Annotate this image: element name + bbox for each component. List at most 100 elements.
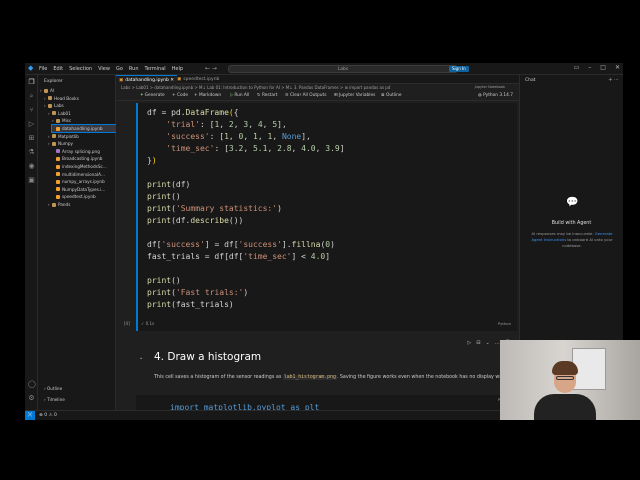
- explorer-panel: Explorer › AI › Head Books › Labs › Lab01 › Misc d…: [38, 75, 117, 410]
- remote-explorer-icon[interactable]: ▣: [28, 177, 35, 184]
- python-icon[interactable]: ◉: [28, 163, 35, 170]
- folder-icon: [48, 103, 52, 108]
- collapse-chevron-icon[interactable]: ⌄: [139, 355, 143, 361]
- outline-section[interactable]: › Outline: [44, 386, 62, 391]
- notebook-icon: [56, 126, 60, 131]
- file-tree-item[interactable]: › Numpy: [48, 140, 116, 147]
- notebook-icon: [56, 194, 60, 199]
- file-tree-item-label: multidimensionalA...: [62, 171, 105, 177]
- run-by-line-icon[interactable]: ▷: [467, 340, 471, 346]
- presenter-hair: [552, 361, 578, 375]
- layout-icon[interactable]: ▭: [574, 64, 580, 71]
- extensions-icon[interactable]: ⊞: [28, 135, 35, 142]
- chat-toolbar: + ⋯: [608, 77, 619, 83]
- jupyter-variables-button[interactable]: ⊞ Jupyter Variables: [334, 93, 375, 98]
- file-tree-item-label: Array splicing.png: [62, 148, 100, 154]
- back-forward-icon[interactable]: ← →: [205, 65, 217, 72]
- problems-indicator[interactable]: ⊗ 0 ⚠ 0: [39, 413, 57, 418]
- source-control-icon[interactable]: ⑂: [28, 107, 35, 114]
- file-tree-item[interactable]: speedtest.ipynb: [52, 193, 116, 200]
- command-search-box[interactable]: Labs: [228, 65, 458, 73]
- split-cell-icon[interactable]: ⊟: [476, 340, 480, 346]
- settings-gear-icon[interactable]: ⚙: [28, 395, 35, 402]
- minimize-icon[interactable]: –: [588, 64, 591, 71]
- presenter-glasses: [556, 376, 574, 380]
- breadcrumb[interactable]: Labs > Lab01 > datahandling.ipynb > M↓ L…: [121, 85, 390, 90]
- menu-help[interactable]: Help: [172, 66, 183, 72]
- file-tree-item[interactable]: NumpyDataTypes.i...: [52, 186, 116, 193]
- menu-view[interactable]: View: [98, 66, 110, 72]
- code-cell[interactable]: df = pd.DataFrame({ 'trial': [1, 2, 3, 4…: [124, 103, 517, 331]
- notebook-icon: [56, 172, 60, 177]
- tab-datahandling[interactable]: ▣ datahandling.ipynb ✕: [116, 75, 178, 84]
- menu-run[interactable]: Run: [129, 66, 139, 72]
- generate-button[interactable]: ✦Generate: [140, 93, 165, 98]
- file-tree-item[interactable]: › Labs: [44, 102, 116, 109]
- run-debug-icon[interactable]: ▷: [28, 121, 35, 128]
- chat-description: AI responses may be inaccurate. Generate…: [531, 231, 613, 248]
- file-tree-item[interactable]: › Misc: [52, 117, 116, 124]
- add-markdown-button[interactable]: + Markdown: [194, 93, 221, 98]
- menu-selection[interactable]: Selection: [69, 66, 92, 72]
- folder-icon: [52, 134, 56, 139]
- tab-speedtest[interactable]: ▣ speedtest.ipynb: [174, 75, 222, 84]
- vscode-logo-icon: ◆: [28, 64, 34, 72]
- file-tree-item-label: indexingMethodsSc...: [62, 164, 107, 169]
- menu-bar: File Edit Selection View Go Run Terminal…: [39, 63, 189, 75]
- notebook-icon: [56, 156, 60, 161]
- cell-run-time: ✓ 0.1s: [141, 321, 155, 326]
- file-tree-item[interactable]: Broadcasting.ipynb: [52, 155, 116, 162]
- menu-go[interactable]: Go: [116, 66, 123, 72]
- search-icon[interactable]: ⌕: [28, 93, 35, 100]
- file-tree-item[interactable]: › Head Books: [44, 95, 116, 102]
- add-code-button[interactable]: + Code: [172, 93, 188, 98]
- code-cell-2[interactable]: import matplotlib.pyplot as plt Python: [136, 395, 517, 412]
- presenter-body: [534, 394, 596, 420]
- notebook-file-icon: ▣: [177, 77, 182, 82]
- outline-button[interactable]: ≣ Outline: [381, 93, 402, 98]
- file-tree-item[interactable]: indexingMethodsSc...: [52, 163, 116, 170]
- notebook-icon: [56, 187, 60, 192]
- collapse-icon[interactable]: ⌄: [485, 340, 489, 346]
- clear-outputs-button[interactable]: ≡ Clear All Outputs: [285, 93, 326, 98]
- kernel-picker[interactable]: ◍ Python 3.14.7: [478, 93, 513, 98]
- inline-code: lab1_histogram.png: [282, 375, 337, 380]
- notebook-type-label: Jupyter Notebook: [474, 85, 505, 89]
- file-tree-item[interactable]: › Matplotlib: [48, 133, 116, 140]
- file-tree-item-label: Numpy: [58, 141, 74, 147]
- more-actions-icon[interactable]: …: [495, 340, 500, 346]
- sign-in-button[interactable]: Sign In: [449, 66, 469, 72]
- account-icon[interactable]: ◯: [28, 381, 36, 388]
- file-tree-item-label: Misc: [62, 118, 72, 124]
- explorer-title: Explorer: [44, 79, 63, 84]
- file-tree-item[interactable]: numpy_arrays.ipynb: [52, 178, 116, 185]
- folder-icon: [52, 141, 56, 146]
- run-all-button[interactable]: ▷Run All: [230, 93, 249, 98]
- editor-tabs: ▣ datahandling.ipynb ✕ ▣ speedtest.ipynb: [116, 75, 519, 84]
- cell-language-label[interactable]: Python: [498, 321, 511, 326]
- file-tree-item-label: Pands: [58, 202, 71, 207]
- title-bar: ◆ File Edit Selection View Go Run Termin…: [25, 63, 623, 75]
- close-icon[interactable]: ✕: [615, 64, 620, 71]
- menu-edit[interactable]: Edit: [53, 66, 63, 72]
- menu-terminal[interactable]: Terminal: [145, 66, 166, 72]
- restart-button[interactable]: ↻ Restart: [257, 93, 277, 98]
- file-tree-item-label: Lab01: [58, 110, 71, 116]
- menu-file[interactable]: File: [39, 66, 47, 72]
- file-tree-item[interactable]: multidimensionalA...: [52, 171, 116, 178]
- explorer-icon[interactable]: ❐: [28, 79, 35, 86]
- activity-bar: ❐ ⌕ ⑂ ▷ ⊞ ⚗ ◉ ▣ ◯ ⚙: [25, 75, 38, 410]
- code-editor[interactable]: df = pd.DataFrame({ 'trial': [1, 2, 3, 4…: [147, 107, 345, 311]
- file-tree-item[interactable]: › Pands: [48, 201, 116, 208]
- file-tree-item[interactable]: › Lab01: [48, 110, 116, 117]
- file-tree-item[interactable]: datahandling.ipynb: [51, 124, 117, 133]
- more-icon[interactable]: ⋯: [614, 77, 619, 83]
- file-tree-item[interactable]: › AI: [40, 87, 116, 94]
- file-tree-item-label: Broadcasting.ipynb: [62, 156, 103, 162]
- remote-icon[interactable]: ⟩⟨: [25, 411, 35, 420]
- file-tree-item[interactable]: Array splicing.png: [52, 148, 116, 155]
- new-chat-icon[interactable]: +: [608, 77, 612, 83]
- maximize-icon[interactable]: □: [600, 64, 606, 71]
- timeline-section[interactable]: › Timeline: [44, 397, 65, 402]
- testing-icon[interactable]: ⚗: [28, 149, 35, 156]
